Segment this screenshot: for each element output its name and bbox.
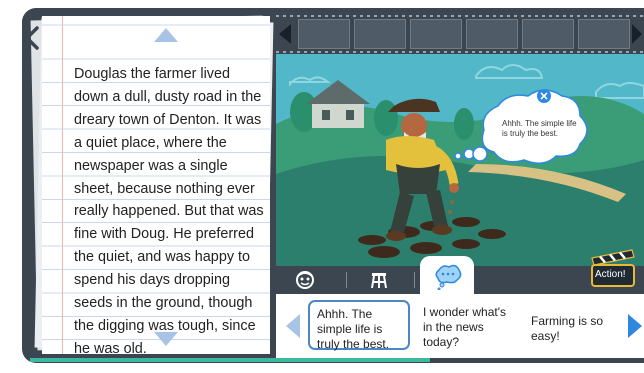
film-frame[interactable] bbox=[466, 19, 518, 49]
page-up-arrow-icon[interactable] bbox=[154, 28, 178, 42]
film-sprockets bbox=[276, 51, 644, 53]
stool-icon bbox=[371, 273, 387, 289]
film-sprockets bbox=[276, 15, 644, 17]
toolbar-divider bbox=[346, 272, 347, 288]
speech-bubble-line2: is truly the best. bbox=[502, 129, 558, 138]
thought-bubble-icon bbox=[435, 264, 462, 290]
farm-scene-illustration: Ahhh. The simple life is truly the best. bbox=[276, 54, 644, 266]
film-next-arrow-icon[interactable] bbox=[632, 24, 642, 44]
choice-option-3[interactable]: Farming is so easy! bbox=[524, 300, 616, 350]
film-frame[interactable] bbox=[522, 19, 574, 49]
action-button[interactable]: Action! bbox=[588, 248, 638, 288]
page-down-arrow-icon[interactable] bbox=[154, 332, 178, 346]
film-prev-arrow-icon[interactable] bbox=[279, 24, 291, 44]
film-frame[interactable] bbox=[578, 19, 630, 49]
filmstrip bbox=[276, 14, 644, 54]
progress-bar bbox=[30, 358, 430, 362]
face-icon bbox=[296, 271, 314, 289]
chevron-left-icon bbox=[24, 26, 39, 50]
toolbar-divider bbox=[414, 272, 415, 288]
choices-next-arrow-icon[interactable] bbox=[628, 314, 642, 338]
character-button[interactable] bbox=[288, 268, 322, 292]
dialogue-choices: Ahhh. The simple life is truly the best.… bbox=[276, 294, 644, 358]
dialogue-tab[interactable] bbox=[420, 256, 474, 294]
action-label: Action! bbox=[595, 269, 626, 280]
choice-option-2[interactable]: I wonder what's in the news today? bbox=[416, 300, 516, 350]
speech-bubble-line1: Ahhh. The simple life bbox=[502, 119, 577, 128]
story-page: Douglas the farmer lived down a dull, du… bbox=[42, 16, 270, 354]
back-button[interactable] bbox=[24, 26, 40, 54]
film-frame[interactable] bbox=[410, 19, 462, 49]
close-bubble-icon[interactable] bbox=[537, 89, 551, 103]
story-text: Douglas the farmer lived down a dull, du… bbox=[74, 66, 264, 354]
scene-toolbar: Action! bbox=[276, 249, 644, 294]
choice-option-1[interactable]: Ahhh. The simple life is truly the best. bbox=[308, 300, 410, 351]
clapperboard-icon bbox=[591, 249, 635, 287]
film-frame[interactable] bbox=[298, 19, 350, 49]
prop-button[interactable] bbox=[362, 268, 396, 292]
story-scene: Ahhh. The simple life is truly the best. bbox=[276, 54, 644, 266]
choices-prev-arrow-icon[interactable] bbox=[286, 314, 300, 338]
film-frame[interactable] bbox=[354, 19, 406, 49]
